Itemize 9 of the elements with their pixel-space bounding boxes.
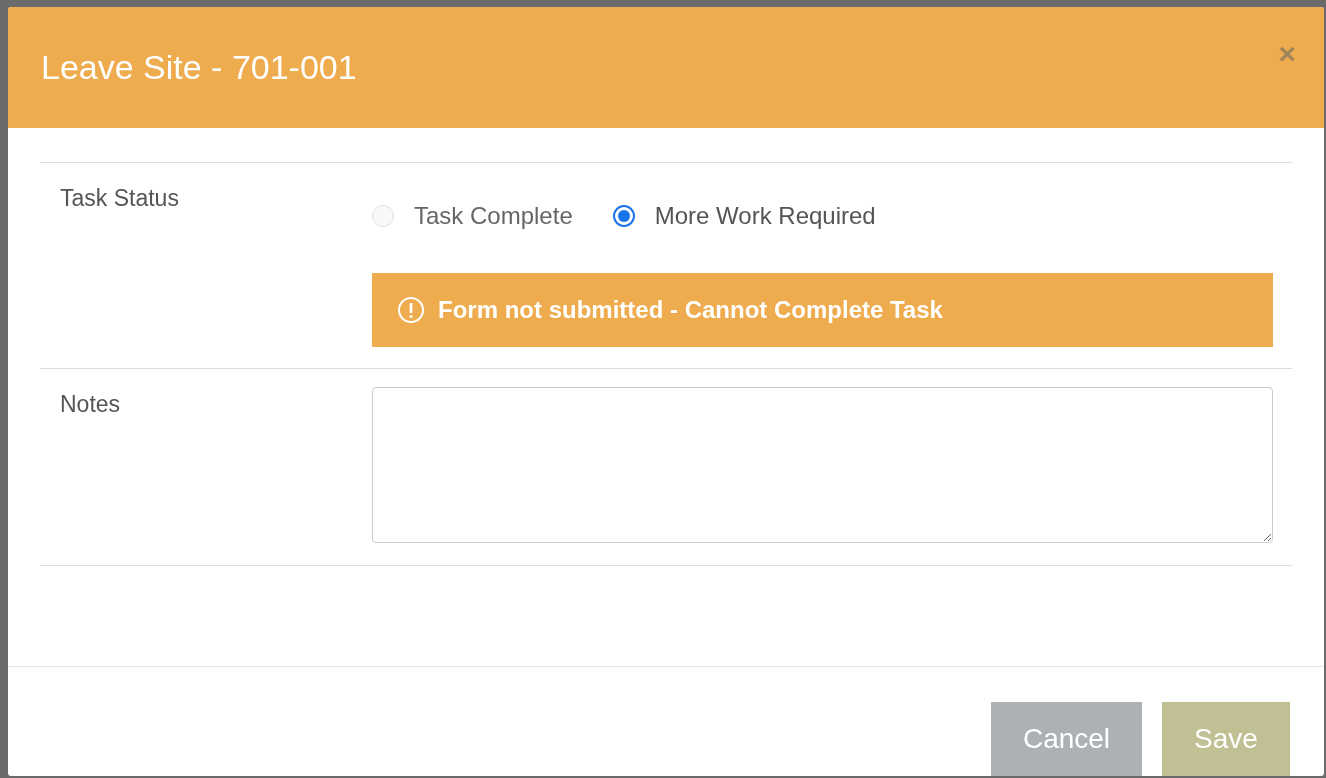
save-button[interactable]: Save (1162, 702, 1290, 776)
field-label: Task Status (59, 183, 180, 213)
warning-text: Form not submitted - Cannot Complete Task (438, 295, 943, 324)
close-button[interactable]: × (1278, 39, 1296, 69)
field-label: Notes (59, 389, 122, 419)
warning-icon (396, 294, 426, 325)
notes-field[interactable] (372, 386, 1273, 543)
cancel-button[interactable]: Cancel (991, 702, 1142, 776)
dialog-title: Leave Site - 701-001 (41, 47, 357, 87)
